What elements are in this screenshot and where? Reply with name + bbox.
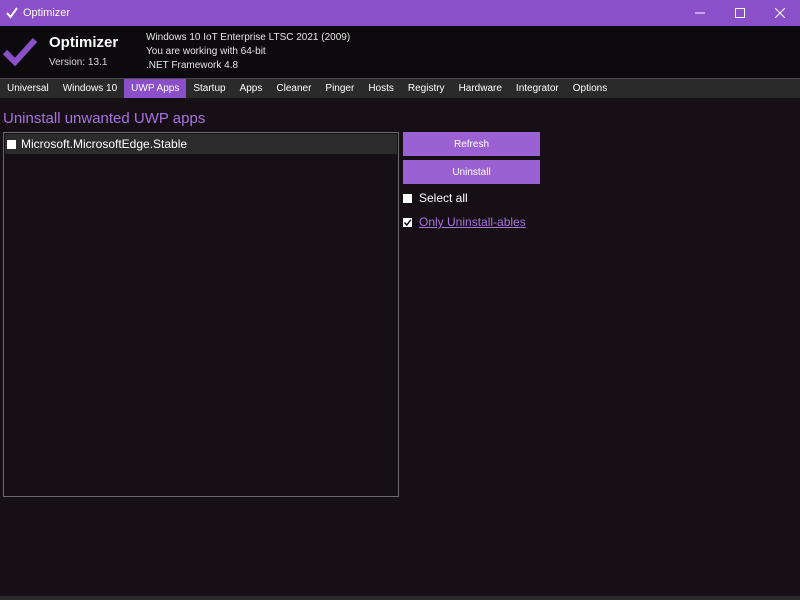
tab-uwp-apps[interactable]: UWP Apps bbox=[124, 79, 187, 98]
tab-cleaner[interactable]: Cleaner bbox=[269, 79, 318, 98]
checkmark-icon bbox=[2, 37, 38, 67]
uwp-app-list[interactable]: Microsoft.MicrosoftEdge.Stable bbox=[3, 132, 399, 497]
tab-bar: Universal Windows 10 UWP Apps Startup Ap… bbox=[0, 78, 800, 98]
close-button[interactable] bbox=[760, 0, 800, 26]
maximize-icon bbox=[735, 8, 745, 18]
window-controls bbox=[680, 0, 800, 26]
only-uninstallables-label[interactable]: Only Uninstall-ables bbox=[419, 215, 526, 229]
minimize-button[interactable] bbox=[680, 0, 720, 26]
section-title: Uninstall unwanted UWP apps bbox=[3, 110, 206, 127]
uninstall-button[interactable]: Uninstall bbox=[403, 160, 540, 184]
tab-hardware[interactable]: Hardware bbox=[452, 79, 509, 98]
os-info: Windows 10 IoT Enterprise LTSC 2021 (200… bbox=[146, 32, 351, 43]
tab-pinger[interactable]: Pinger bbox=[318, 79, 361, 98]
tab-startup[interactable]: Startup bbox=[186, 79, 232, 98]
app-header: Optimizer Version: 13.1 Windows 10 IoT E… bbox=[0, 26, 800, 78]
tab-registry[interactable]: Registry bbox=[401, 79, 452, 98]
close-icon bbox=[775, 8, 785, 18]
app-logo-icon bbox=[6, 7, 18, 19]
check-icon bbox=[403, 218, 412, 226]
arch-info: You are working with 64-bit bbox=[146, 46, 266, 57]
app-name-label: Microsoft.MicrosoftEdge.Stable bbox=[21, 137, 188, 151]
maximize-button[interactable] bbox=[720, 0, 760, 26]
title-bar: Optimizer bbox=[0, 0, 800, 26]
app-checkbox[interactable] bbox=[7, 139, 16, 149]
only-uninstallables-box[interactable] bbox=[403, 217, 412, 227]
tab-options[interactable]: Options bbox=[566, 79, 614, 98]
select-all-checkbox[interactable]: Select all bbox=[403, 191, 468, 205]
minimize-icon bbox=[695, 12, 705, 14]
app-version: Version: 13.1 bbox=[49, 57, 108, 68]
tab-apps[interactable]: Apps bbox=[233, 79, 270, 98]
tab-windows-10[interactable]: Windows 10 bbox=[56, 79, 124, 98]
bottom-border bbox=[0, 596, 800, 600]
select-all-box[interactable] bbox=[403, 193, 412, 203]
window-title: Optimizer bbox=[23, 7, 71, 19]
tab-integrator[interactable]: Integrator bbox=[509, 79, 566, 98]
select-all-label: Select all bbox=[419, 191, 468, 205]
tab-hosts[interactable]: Hosts bbox=[361, 79, 401, 98]
app-name: Optimizer bbox=[49, 34, 119, 51]
framework-info: .NET Framework 4.8 bbox=[146, 60, 239, 71]
only-uninstallables-checkbox[interactable]: Only Uninstall-ables bbox=[403, 215, 526, 229]
refresh-button[interactable]: Refresh bbox=[403, 132, 540, 156]
tab-universal[interactable]: Universal bbox=[0, 79, 56, 98]
list-item[interactable]: Microsoft.MicrosoftEdge.Stable bbox=[5, 134, 397, 154]
system-info: Windows 10 IoT Enterprise LTSC 2021 (200… bbox=[146, 31, 350, 73]
